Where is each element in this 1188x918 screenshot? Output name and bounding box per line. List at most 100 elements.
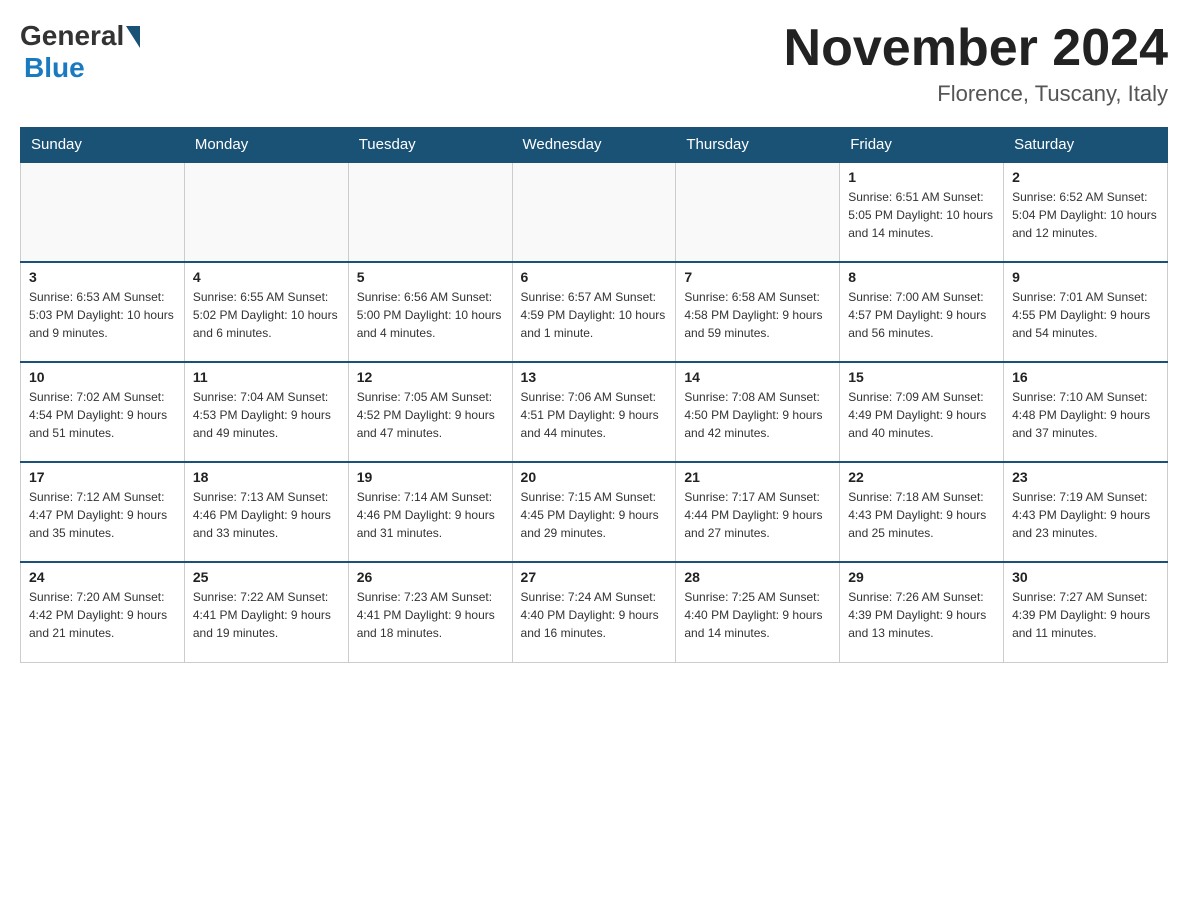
calendar-cell: 26 Sunrise: 7:23 AM Sunset: 4:41 PM Dayli… bbox=[348, 562, 512, 662]
calendar-cell bbox=[348, 162, 512, 262]
calendar-cell: 1 Sunrise: 6:51 AM Sunset: 5:05 PM Daylig… bbox=[840, 162, 1004, 262]
day-number: 17 bbox=[29, 469, 176, 485]
sun-info: Sunrise: 7:19 AM Sunset: 4:43 PM Dayligh… bbox=[1012, 488, 1159, 542]
calendar-cell bbox=[21, 162, 185, 262]
sun-info: Sunrise: 6:52 AM Sunset: 5:04 PM Dayligh… bbox=[1012, 188, 1159, 242]
calendar-week-row: 1 Sunrise: 6:51 AM Sunset: 5:05 PM Daylig… bbox=[21, 162, 1168, 262]
sun-info: Sunrise: 7:18 AM Sunset: 4:43 PM Dayligh… bbox=[848, 488, 995, 542]
sun-info: Sunrise: 7:26 AM Sunset: 4:39 PM Dayligh… bbox=[848, 588, 995, 642]
day-number: 10 bbox=[29, 369, 176, 385]
sun-info: Sunrise: 7:06 AM Sunset: 4:51 PM Dayligh… bbox=[521, 388, 668, 442]
calendar-cell: 24Sunrise: 7:20 AM Sunset: 4:42 PM Dayli… bbox=[21, 562, 185, 662]
sun-info: Sunrise: 7:20 AM Sunset: 4:42 PM Dayligh… bbox=[29, 588, 176, 642]
sun-info: Sunrise: 6:55 AM Sunset: 5:02 PM Dayligh… bbox=[193, 288, 340, 342]
month-title: November 2024 bbox=[784, 20, 1168, 77]
calendar-cell: 9 Sunrise: 7:01 AM Sunset: 4:55 PM Daylig… bbox=[1004, 262, 1168, 362]
logo: General Blue bbox=[20, 20, 140, 84]
calendar-week-row: 17 Sunrise: 7:12 AM Sunset: 4:47 PM Dayli… bbox=[21, 462, 1168, 562]
day-number: 18 bbox=[193, 469, 340, 485]
calendar-cell: 10Sunrise: 7:02 AM Sunset: 4:54 PM Dayli… bbox=[21, 362, 185, 462]
calendar-cell: 23 Sunrise: 7:19 AM Sunset: 4:43 PM Dayli… bbox=[1004, 462, 1168, 562]
calendar-cell: 14 Sunrise: 7:08 AM Sunset: 4:50 PM Dayli… bbox=[676, 362, 840, 462]
sun-info: Sunrise: 6:53 AM Sunset: 5:03 PM Dayligh… bbox=[29, 288, 176, 342]
calendar-cell: 16 Sunrise: 7:10 AM Sunset: 4:48 PM Dayli… bbox=[1004, 362, 1168, 462]
calendar-cell: 7 Sunrise: 6:58 AM Sunset: 4:58 PM Daylig… bbox=[676, 262, 840, 362]
day-number: 5 bbox=[357, 269, 504, 285]
calendar-cell: 27 Sunrise: 7:24 AM Sunset: 4:40 PM Dayli… bbox=[512, 562, 676, 662]
sun-info: Sunrise: 7:13 AM Sunset: 4:46 PM Dayligh… bbox=[193, 488, 340, 542]
day-number: 11 bbox=[193, 369, 340, 385]
column-header-wednesday: Wednesday bbox=[512, 128, 676, 163]
sun-info: Sunrise: 7:15 AM Sunset: 4:45 PM Dayligh… bbox=[521, 488, 668, 542]
day-number: 8 bbox=[848, 269, 995, 285]
day-number: 12 bbox=[357, 369, 504, 385]
calendar-cell: 21 Sunrise: 7:17 AM Sunset: 4:44 PM Dayli… bbox=[676, 462, 840, 562]
sun-info: Sunrise: 7:22 AM Sunset: 4:41 PM Dayligh… bbox=[193, 588, 340, 642]
calendar-cell: 22 Sunrise: 7:18 AM Sunset: 4:43 PM Dayli… bbox=[840, 462, 1004, 562]
sun-info: Sunrise: 6:57 AM Sunset: 4:59 PM Dayligh… bbox=[521, 288, 668, 342]
logo-blue-text: Blue bbox=[24, 52, 140, 84]
calendar-cell: 17 Sunrise: 7:12 AM Sunset: 4:47 PM Dayli… bbox=[21, 462, 185, 562]
day-number: 26 bbox=[357, 569, 504, 585]
day-number: 2 bbox=[1012, 169, 1159, 185]
day-number: 29 bbox=[848, 569, 995, 585]
day-number: 20 bbox=[521, 469, 668, 485]
day-number: 25 bbox=[193, 569, 340, 585]
calendar-cell: 19 Sunrise: 7:14 AM Sunset: 4:46 PM Dayli… bbox=[348, 462, 512, 562]
sun-info: Sunrise: 6:58 AM Sunset: 4:58 PM Dayligh… bbox=[684, 288, 831, 342]
calendar-cell: 5Sunrise: 6:56 AM Sunset: 5:00 PM Daylig… bbox=[348, 262, 512, 362]
calendar-cell bbox=[184, 162, 348, 262]
sun-info: Sunrise: 7:23 AM Sunset: 4:41 PM Dayligh… bbox=[357, 588, 504, 642]
title-section: November 2024 Florence, Tuscany, Italy bbox=[784, 20, 1168, 107]
column-header-saturday: Saturday bbox=[1004, 128, 1168, 163]
calendar-cell: 20 Sunrise: 7:15 AM Sunset: 4:45 PM Dayli… bbox=[512, 462, 676, 562]
calendar-week-row: 3Sunrise: 6:53 AM Sunset: 5:03 PM Daylig… bbox=[21, 262, 1168, 362]
day-number: 9 bbox=[1012, 269, 1159, 285]
day-number: 30 bbox=[1012, 569, 1159, 585]
calendar-cell: 29 Sunrise: 7:26 AM Sunset: 4:39 PM Dayli… bbox=[840, 562, 1004, 662]
sun-info: Sunrise: 7:24 AM Sunset: 4:40 PM Dayligh… bbox=[521, 588, 668, 642]
sun-info: Sunrise: 7:04 AM Sunset: 4:53 PM Dayligh… bbox=[193, 388, 340, 442]
day-number: 27 bbox=[521, 569, 668, 585]
calendar-cell: 3Sunrise: 6:53 AM Sunset: 5:03 PM Daylig… bbox=[21, 262, 185, 362]
calendar-cell bbox=[676, 162, 840, 262]
sun-info: Sunrise: 7:12 AM Sunset: 4:47 PM Dayligh… bbox=[29, 488, 176, 542]
day-number: 21 bbox=[684, 469, 831, 485]
day-number: 23 bbox=[1012, 469, 1159, 485]
sun-info: Sunrise: 7:14 AM Sunset: 4:46 PM Dayligh… bbox=[357, 488, 504, 542]
calendar-table: SundayMondayTuesdayWednesdayThursdayFrid… bbox=[20, 127, 1168, 663]
sun-info: Sunrise: 7:25 AM Sunset: 4:40 PM Dayligh… bbox=[684, 588, 831, 642]
calendar-cell: 11 Sunrise: 7:04 AM Sunset: 4:53 PM Dayli… bbox=[184, 362, 348, 462]
day-number: 6 bbox=[521, 269, 668, 285]
calendar-cell: 4 Sunrise: 6:55 AM Sunset: 5:02 PM Daylig… bbox=[184, 262, 348, 362]
day-number: 7 bbox=[684, 269, 831, 285]
sun-info: Sunrise: 6:51 AM Sunset: 5:05 PM Dayligh… bbox=[848, 188, 995, 242]
calendar-cell: 8Sunrise: 7:00 AM Sunset: 4:57 PM Daylig… bbox=[840, 262, 1004, 362]
day-number: 28 bbox=[684, 569, 831, 585]
sun-info: Sunrise: 7:27 AM Sunset: 4:39 PM Dayligh… bbox=[1012, 588, 1159, 642]
day-number: 19 bbox=[357, 469, 504, 485]
calendar-week-row: 10Sunrise: 7:02 AM Sunset: 4:54 PM Dayli… bbox=[21, 362, 1168, 462]
calendar-cell: 30 Sunrise: 7:27 AM Sunset: 4:39 PM Dayli… bbox=[1004, 562, 1168, 662]
column-header-friday: Friday bbox=[840, 128, 1004, 163]
sun-info: Sunrise: 7:08 AM Sunset: 4:50 PM Dayligh… bbox=[684, 388, 831, 442]
day-number: 13 bbox=[521, 369, 668, 385]
page-header: General Blue November 2024 Florence, Tus… bbox=[20, 20, 1168, 107]
calendar-cell: 15 Sunrise: 7:09 AM Sunset: 4:49 PM Dayli… bbox=[840, 362, 1004, 462]
sun-info: Sunrise: 7:09 AM Sunset: 4:49 PM Dayligh… bbox=[848, 388, 995, 442]
day-number: 15 bbox=[848, 369, 995, 385]
day-number: 22 bbox=[848, 469, 995, 485]
calendar-cell: 2 Sunrise: 6:52 AM Sunset: 5:04 PM Daylig… bbox=[1004, 162, 1168, 262]
sun-info: Sunrise: 7:10 AM Sunset: 4:48 PM Dayligh… bbox=[1012, 388, 1159, 442]
day-number: 1 bbox=[848, 169, 995, 185]
day-number: 16 bbox=[1012, 369, 1159, 385]
logo-triangle-icon bbox=[126, 26, 140, 48]
calendar-cell: 12 Sunrise: 7:05 AM Sunset: 4:52 PM Dayli… bbox=[348, 362, 512, 462]
sun-info: Sunrise: 7:01 AM Sunset: 4:55 PM Dayligh… bbox=[1012, 288, 1159, 342]
calendar-header-row: SundayMondayTuesdayWednesdayThursdayFrid… bbox=[21, 128, 1168, 163]
day-number: 4 bbox=[193, 269, 340, 285]
day-number: 14 bbox=[684, 369, 831, 385]
sun-info: Sunrise: 7:17 AM Sunset: 4:44 PM Dayligh… bbox=[684, 488, 831, 542]
calendar-cell: 18 Sunrise: 7:13 AM Sunset: 4:46 PM Dayli… bbox=[184, 462, 348, 562]
sun-info: Sunrise: 7:05 AM Sunset: 4:52 PM Dayligh… bbox=[357, 388, 504, 442]
